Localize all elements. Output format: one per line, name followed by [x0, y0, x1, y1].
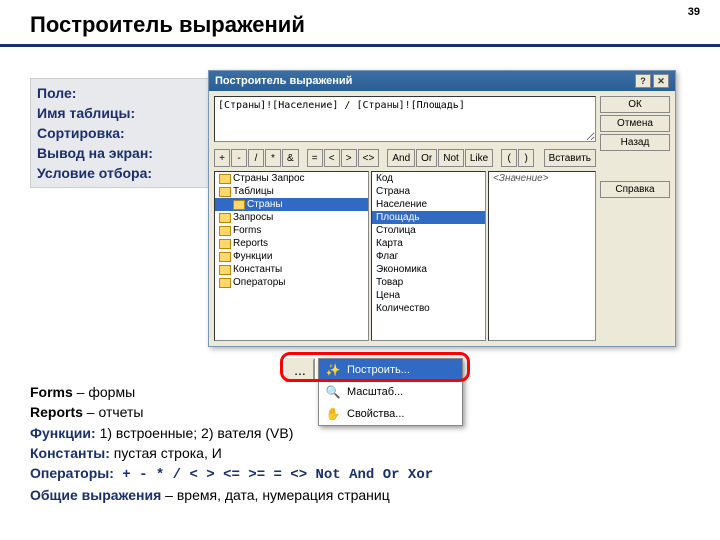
folder-icon [219, 174, 231, 184]
field-item[interactable]: Код [372, 172, 485, 185]
folder-icon [233, 200, 245, 210]
tree-item[interactable]: Страны Запрос [215, 172, 368, 185]
show-label: Вывод на экран: [37, 143, 203, 163]
field-item[interactable]: Цена [372, 289, 485, 302]
field-item[interactable]: Столица [372, 224, 485, 237]
query-grid-labels: Поле: Имя таблицы: Сортировка: Вывод на … [30, 78, 210, 188]
tree-item-label: Операторы [233, 277, 285, 288]
tree-item-label: Reports [233, 238, 268, 249]
highlight-box [280, 352, 470, 382]
criteria-label: Условие отбора: [37, 163, 203, 183]
op-ne[interactable]: <> [358, 149, 380, 167]
field-item[interactable]: Площадь [372, 211, 485, 224]
tree-item[interactable]: Функции [215, 250, 368, 263]
field-item[interactable]: Количество [372, 302, 485, 315]
op-or[interactable]: Or [416, 149, 437, 167]
tree-item[interactable]: Forms [215, 224, 368, 237]
ok-button[interactable]: ОК [600, 96, 670, 113]
field-item[interactable]: Население [372, 198, 485, 211]
op-lparen[interactable]: ( [501, 149, 517, 167]
tree-item-label: Forms [233, 225, 261, 236]
folder-icon [219, 239, 231, 249]
expression-input[interactable] [214, 96, 596, 142]
values-list[interactable]: <Значение> [488, 171, 596, 341]
cancel-button[interactable]: Отмена [600, 115, 670, 132]
tree-item[interactable]: Запросы [215, 211, 368, 224]
category-tree[interactable]: Страны Запрос Таблицы Страны Запросы Forms Re… [214, 171, 369, 341]
op-not[interactable]: Not [438, 149, 464, 167]
folder-icon [219, 213, 231, 223]
op-and[interactable]: And [387, 149, 415, 167]
op-minus[interactable]: - [231, 149, 247, 167]
tree-item[interactable]: Страны [215, 198, 368, 211]
field-item[interactable]: Карта [372, 237, 485, 250]
help-icon[interactable]: ? [635, 74, 651, 88]
tree-item[interactable]: Reports [215, 237, 368, 250]
folder-icon [219, 226, 231, 236]
close-icon[interactable]: ✕ [653, 74, 669, 88]
op-amp[interactable]: & [282, 149, 299, 167]
tree-item[interactable]: Константы [215, 263, 368, 276]
folder-icon [219, 187, 231, 197]
tree-item[interactable]: Таблицы [215, 185, 368, 198]
page-number: 39 [688, 6, 700, 18]
tree-item[interactable]: Операторы [215, 276, 368, 289]
folder-icon [219, 278, 231, 288]
field-item[interactable]: Экономика [372, 263, 485, 276]
expression-builder-window: Построитель выражений ? ✕ + - / * & = < … [208, 70, 676, 347]
tree-item-label: Функции [233, 251, 272, 262]
folder-icon [219, 252, 231, 262]
folder-icon [219, 265, 231, 275]
op-gt[interactable]: > [341, 149, 357, 167]
op-plus[interactable]: + [214, 149, 230, 167]
field-label: Поле: [37, 83, 203, 103]
back-button[interactable]: Назад [600, 134, 670, 151]
paste-button[interactable]: Вставить [544, 149, 596, 167]
sort-label: Сортировка: [37, 123, 203, 143]
op-eq[interactable]: = [307, 149, 323, 167]
value-placeholder[interactable]: <Значение> [489, 172, 595, 185]
tree-item-label: Запросы [233, 212, 273, 223]
window-titlebar[interactable]: Построитель выражений ? ✕ [209, 71, 675, 91]
notes-text: Forms – формы Reports – отчеты Функции: … [30, 382, 433, 506]
op-mul[interactable]: * [265, 149, 281, 167]
help-button[interactable]: Справка [600, 181, 670, 198]
table-name-label: Имя таблицы: [37, 103, 203, 123]
op-like[interactable]: Like [465, 149, 493, 167]
tree-item-label: Страны [247, 199, 283, 210]
op-rparen[interactable]: ) [518, 149, 534, 167]
op-div[interactable]: / [248, 149, 264, 167]
tree-item-label: Страны Запрос [233, 173, 305, 184]
slide-title: Построитель выражений [0, 0, 720, 47]
field-item[interactable]: Страна [372, 185, 485, 198]
tree-item-label: Константы [233, 264, 282, 275]
tree-item-label: Таблицы [233, 186, 274, 197]
operator-toolbar: + - / * & = < > <> And Or Not Like ( ) В… [214, 149, 596, 167]
op-lt[interactable]: < [324, 149, 340, 167]
fields-list[interactable]: КодСтранаНаселениеПлощадьСтолицаКартаФла… [371, 171, 486, 341]
window-title-text: Построитель выражений [215, 75, 352, 87]
field-item[interactable]: Флаг [372, 250, 485, 263]
field-item[interactable]: Товар [372, 276, 485, 289]
